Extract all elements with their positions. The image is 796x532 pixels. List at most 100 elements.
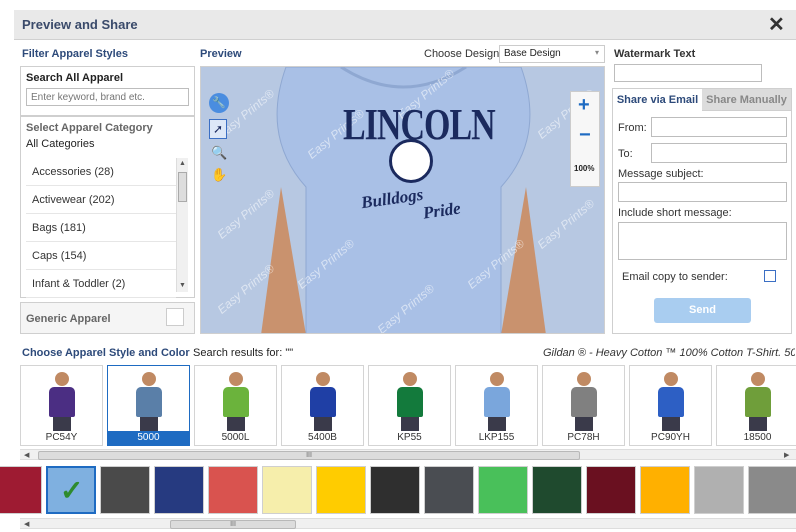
apparel-photo bbox=[484, 372, 510, 432]
category-heading: Select Apparel Category bbox=[26, 122, 153, 134]
apparel-photo bbox=[571, 372, 597, 432]
category-item[interactable]: Activewear (202) bbox=[26, 186, 176, 214]
apparel-photo bbox=[136, 372, 162, 432]
scroll-up-icon[interactable]: ▲ bbox=[179, 160, 186, 167]
style-scrollbar[interactable]: ◀ III ▶ bbox=[20, 449, 796, 460]
subject-field[interactable] bbox=[618, 182, 787, 202]
message-label: Include short message: bbox=[618, 207, 732, 219]
style-code: 5400B bbox=[308, 432, 337, 443]
product-description: Gildan ® - Heavy Cotton ™ 100% Cotton T-… bbox=[543, 347, 795, 359]
choose-design-label: Choose Design bbox=[424, 48, 500, 60]
color-swatch[interactable] bbox=[748, 466, 796, 514]
style-code: KP55 bbox=[397, 432, 422, 443]
style-code: 5000L bbox=[221, 432, 250, 443]
color-swatch[interactable] bbox=[208, 466, 258, 514]
color-swatch[interactable] bbox=[0, 466, 42, 514]
style-thumbnail[interactable]: 5000 bbox=[107, 365, 190, 446]
zoom-out-icon[interactable]: − bbox=[579, 124, 591, 147]
tab-share-manually[interactable]: Share Manually bbox=[702, 89, 791, 111]
apparel-photo bbox=[397, 372, 423, 432]
style-thumbnail[interactable]: 5400B bbox=[281, 365, 364, 446]
color-swatch[interactable] bbox=[424, 466, 474, 514]
scroll-left-icon[interactable]: ◀ bbox=[24, 520, 29, 528]
apparel-photo bbox=[49, 372, 75, 432]
tab-share-email[interactable]: Share via Email bbox=[613, 89, 702, 111]
color-swatch[interactable] bbox=[640, 466, 690, 514]
search-label: Search All Apparel bbox=[26, 72, 123, 84]
chevron-down-icon: ▾ bbox=[594, 48, 599, 57]
to-field[interactable] bbox=[651, 143, 787, 163]
category-scrollbar[interactable]: ▲ ▼ bbox=[176, 158, 188, 292]
color-swatch[interactable] bbox=[694, 466, 744, 514]
style-thumbnail[interactable]: PC78H bbox=[542, 365, 625, 446]
color-swatch[interactable] bbox=[262, 466, 312, 514]
color-swatch[interactable] bbox=[478, 466, 528, 514]
subject-label: Message subject: bbox=[618, 168, 704, 180]
copy-sender-checkbox[interactable] bbox=[764, 270, 776, 282]
style-thumbnail[interactable]: LKP155 bbox=[455, 365, 538, 446]
from-label: From: bbox=[618, 122, 647, 134]
scroll-down-icon[interactable]: ▼ bbox=[179, 282, 186, 289]
apparel-photo bbox=[658, 372, 684, 432]
style-code: PC54Y bbox=[45, 432, 78, 443]
generic-apparel-label: Generic Apparel bbox=[26, 313, 111, 325]
style-thumbnail[interactable]: PC90YH bbox=[629, 365, 712, 446]
category-item[interactable]: Caps (154) bbox=[26, 242, 176, 270]
style-heading: Choose Apparel Style and Color bbox=[22, 347, 190, 359]
zoom-in-icon[interactable]: + bbox=[578, 94, 590, 117]
bulldog-mascot-icon bbox=[389, 139, 433, 183]
checkmark-icon: ✓ bbox=[60, 475, 84, 506]
close-icon[interactable]: ✕ bbox=[768, 12, 785, 37]
to-label: To: bbox=[618, 148, 633, 160]
wrench-icon[interactable]: 🔧 bbox=[209, 93, 229, 113]
copy-sender-label: Email copy to sender: bbox=[622, 271, 728, 283]
hand-icon[interactable]: ✋ bbox=[211, 167, 227, 183]
style-code: 18500 bbox=[743, 432, 772, 443]
generic-apparel-checkbox[interactable] bbox=[166, 308, 184, 326]
zoom-level: 100% bbox=[574, 164, 595, 173]
style-thumbnail[interactable]: 18500 bbox=[716, 365, 796, 446]
style-thumbnail[interactable]: PC54Y bbox=[20, 365, 103, 446]
category-scroll-thumb[interactable] bbox=[178, 172, 187, 202]
style-code: PC90YH bbox=[651, 432, 690, 443]
color-swatch[interactable] bbox=[100, 466, 150, 514]
search-results-label: Search results for: "" bbox=[193, 347, 294, 359]
from-field[interactable] bbox=[651, 117, 787, 137]
color-scrollbar[interactable]: ◀ III bbox=[20, 518, 796, 529]
filter-heading: Filter Apparel Styles bbox=[22, 48, 128, 60]
preview-heading: Preview bbox=[200, 48, 242, 60]
scroll-left-icon[interactable]: ◀ bbox=[24, 451, 29, 459]
pointer-icon[interactable]: ➚ bbox=[209, 119, 227, 139]
preview-canvas[interactable]: Easy Prints® Easy Prints® Easy Prints® E… bbox=[200, 66, 605, 334]
color-swatch[interactable]: ✓ bbox=[46, 466, 96, 514]
category-current: All Categories bbox=[26, 138, 95, 150]
watermark-heading: Watermark Text bbox=[614, 48, 696, 60]
design-select-value: Base Design bbox=[504, 48, 561, 59]
style-thumbnail[interactable]: KP55 bbox=[368, 365, 451, 446]
category-item[interactable]: Infant & Toddler (2) bbox=[26, 270, 176, 298]
send-button[interactable]: Send bbox=[654, 298, 751, 323]
style-thumbnail[interactable]: 5000L bbox=[194, 365, 277, 446]
watermark-input[interactable] bbox=[614, 64, 762, 82]
category-item[interactable]: Bags (181) bbox=[26, 214, 176, 242]
color-swatch[interactable] bbox=[154, 466, 204, 514]
design-select[interactable]: Base Design ▾ bbox=[499, 45, 605, 63]
apparel-photo bbox=[223, 372, 249, 432]
style-code: PC78H bbox=[567, 432, 600, 443]
color-swatch[interactable] bbox=[316, 466, 366, 514]
scroll-right-icon[interactable]: ▶ bbox=[784, 451, 789, 459]
color-swatch[interactable] bbox=[532, 466, 582, 514]
message-field[interactable] bbox=[618, 222, 787, 260]
search-input[interactable] bbox=[26, 88, 189, 106]
style-code: 5000 bbox=[108, 431, 189, 445]
style-scroll-thumb[interactable]: III bbox=[38, 451, 580, 460]
style-code: LKP155 bbox=[478, 432, 515, 443]
dialog-title: Preview and Share bbox=[22, 17, 138, 32]
magnifier-icon[interactable]: 🔍 bbox=[211, 145, 227, 161]
color-swatch[interactable] bbox=[586, 466, 636, 514]
color-scroll-thumb[interactable]: III bbox=[170, 520, 296, 529]
category-item[interactable]: Accessories (28) bbox=[26, 158, 176, 186]
zoom-panel: + − 100% bbox=[570, 91, 600, 187]
color-swatch[interactable] bbox=[370, 466, 420, 514]
apparel-photo bbox=[310, 372, 336, 432]
